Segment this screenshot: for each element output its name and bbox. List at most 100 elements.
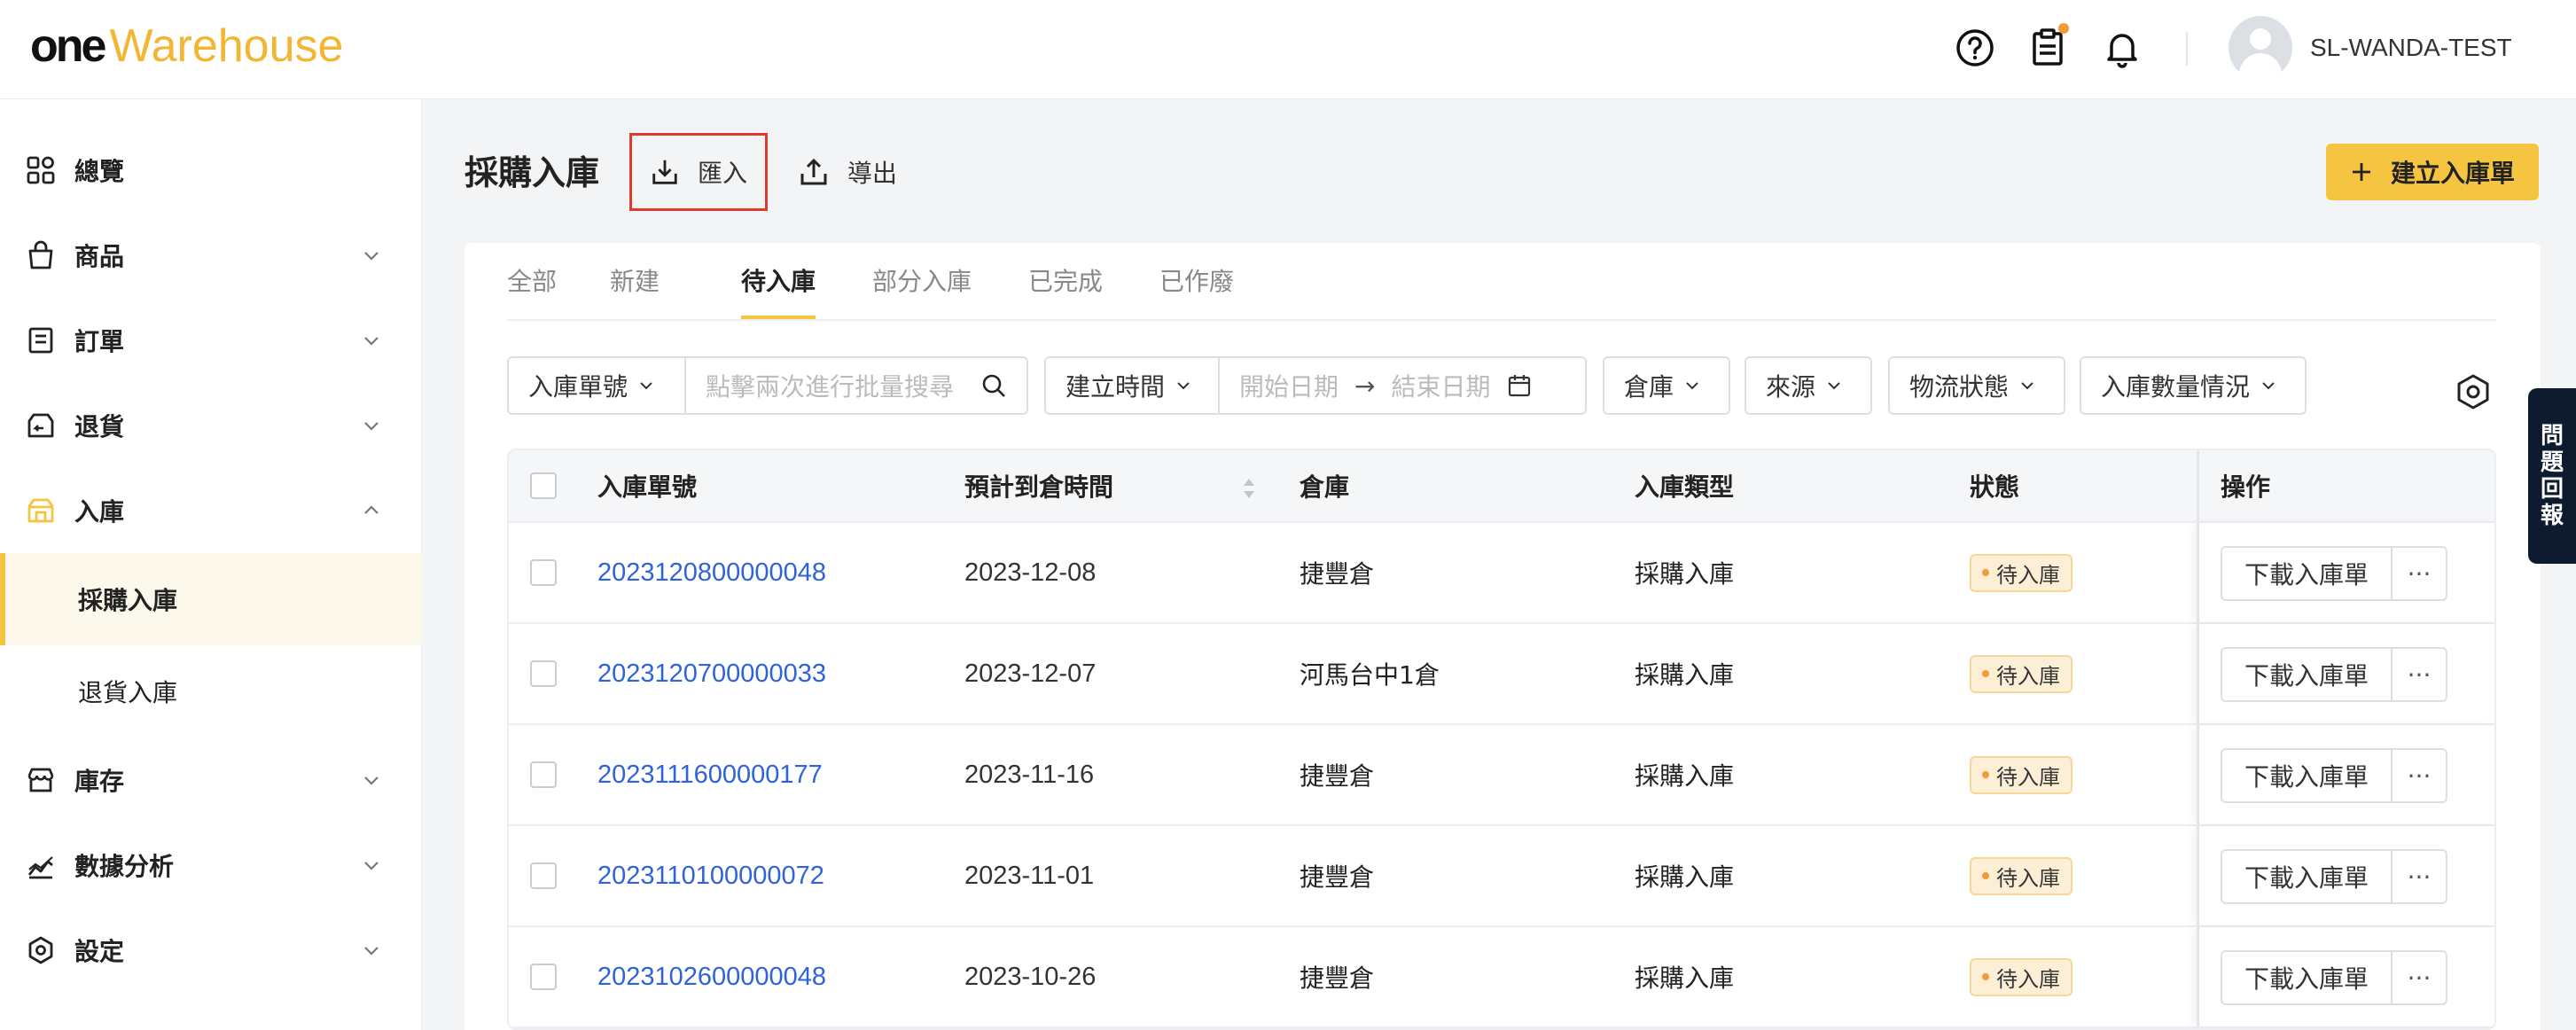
column-settings-icon[interactable]	[2454, 372, 2493, 411]
sidebar-item-products[interactable]: 商品	[0, 213, 422, 298]
feedback-tab[interactable]: 問 題 回 報	[2528, 388, 2576, 564]
inbound-qty-dropdown: 入庫數量情況	[2081, 358, 2298, 413]
status-cell: 待入庫	[1970, 826, 2073, 925]
eta-cell: 2023-12-07	[964, 659, 1097, 688]
warehouse-dropdown: 倉庫	[1604, 358, 1721, 413]
inbound-table: 入庫單號 預計到倉時間 倉庫 入庫類型 狀態 操作 20231208000000…	[507, 449, 2496, 1030]
clipboard-icon[interactable]	[2025, 23, 2071, 71]
export-button[interactable]: 導出	[780, 133, 915, 211]
warehouse-cell: 捷豐倉	[1300, 761, 1375, 791]
more-actions-button[interactable]: ···	[2391, 647, 2447, 702]
create-inbound-button[interactable]: 建立入庫單	[2326, 144, 2539, 200]
more-actions-button[interactable]: ···	[2391, 748, 2447, 803]
warehouse-cell: 捷豐倉	[1300, 964, 1375, 993]
sidebar-item-settings[interactable]: 設定	[0, 908, 422, 993]
eta-cell: 2023-12-08	[964, 558, 1097, 587]
sidebar-item-orders[interactable]: 訂單	[0, 298, 422, 383]
chevron-down-icon	[364, 252, 379, 261]
start-date-input[interactable]: 開始日期	[1239, 368, 1339, 403]
tab-all[interactable]: 全部	[507, 264, 557, 300]
order-no-link[interactable]: 2023120700000033	[597, 624, 826, 723]
order-no-dropdown[interactable]: 入庫單號	[509, 358, 684, 413]
import-label: 匯入	[697, 159, 747, 188]
export-label: 導出	[847, 159, 898, 188]
more-actions-button[interactable]: ···	[2391, 950, 2447, 1005]
calendar-icon[interactable]	[1507, 373, 1532, 398]
app-logo[interactable]: one Warehouse	[30, 20, 343, 73]
header-eta[interactable]: 預計到倉時間	[964, 450, 1113, 521]
avatar[interactable]	[2229, 16, 2292, 80]
inbound-qty-filter[interactable]: 入庫數量情況	[2080, 356, 2307, 415]
logistics-status-filter[interactable]: 物流狀態	[1888, 356, 2065, 415]
import-button[interactable]: 匯入	[629, 133, 768, 211]
action-cell: 下載入庫單 ···	[2197, 826, 2494, 925]
status-tabs: 全部 新建 待入庫 部分入庫 已完成 已作廢	[507, 243, 2496, 321]
order-no-label: 入庫單號	[528, 372, 628, 402]
sidebar-item-inbound[interactable]: 入庫	[0, 468, 422, 553]
feedback-char-1: 問	[2540, 423, 2564, 449]
type-cell: 採購入庫	[1635, 559, 1735, 589]
row-checkbox[interactable]	[530, 660, 557, 687]
row-checkbox[interactable]	[530, 761, 557, 788]
sidebar-item-returns[interactable]: 退貨	[0, 383, 422, 468]
order-icon	[25, 324, 57, 356]
search-input[interactable]: 點擊兩次進行批量搜尋	[684, 358, 1026, 413]
return-icon	[25, 410, 57, 441]
tab-completed[interactable]: 已完成	[1028, 264, 1103, 300]
header-status: 狀態	[1970, 472, 2020, 502]
bell-icon[interactable]	[2099, 25, 2145, 71]
sidebar-item-label: 訂單	[74, 327, 125, 356]
warehouse-filter[interactable]: 倉庫	[1603, 356, 1730, 415]
download-inbound-button[interactable]: 下載入庫單	[2221, 546, 2393, 601]
order-no-link[interactable]: 2023111600000177	[597, 725, 823, 824]
sidebar-item-label: 商品	[74, 242, 125, 271]
end-date-input[interactable]: 結束日期	[1391, 368, 1490, 403]
top-bar: one Warehouse SL-WANDA-TEST	[0, 0, 2576, 99]
sidebar-item-analytics[interactable]: 數據分析	[0, 823, 422, 908]
download-inbound-button[interactable]: 下載入庫單	[2221, 849, 2393, 904]
plus-icon	[2352, 163, 2370, 181]
settings-icon	[25, 934, 57, 966]
tab-new[interactable]: 新建	[610, 264, 660, 300]
row-checkbox[interactable]	[530, 559, 557, 586]
sidebar-subitem-return-inbound[interactable]: 退貨入庫	[0, 645, 422, 737]
row-checkbox[interactable]	[530, 862, 557, 889]
tab-pending[interactable]: 待入庫	[741, 264, 816, 300]
active-tab-indicator	[741, 316, 816, 319]
more-actions-button[interactable]: ···	[2391, 849, 2447, 904]
sidebar-item-label: 退貨	[74, 412, 125, 441]
download-inbound-button[interactable]: 下載入庫單	[2221, 647, 2393, 702]
action-cell: 下載入庫單 ···	[2197, 523, 2494, 622]
sidebar-item-overview[interactable]: 總覽	[0, 128, 422, 213]
type-cell: 採購入庫	[1635, 660, 1735, 690]
status-cell: 待入庫	[1970, 523, 2073, 622]
table-header: 入庫單號 預計到倉時間 倉庫 入庫類型 狀態 操作	[509, 450, 2494, 523]
order-no-link[interactable]: 2023102600000048	[597, 927, 826, 1026]
store-icon	[25, 764, 57, 796]
tab-partial[interactable]: 部分入庫	[872, 264, 972, 300]
row-checkbox[interactable]	[530, 964, 557, 990]
sidebar-item-inventory[interactable]: 庫存	[0, 737, 422, 823]
sidebar-subitem-purchase-inbound[interactable]: 採購入庫	[0, 553, 422, 645]
range-arrow: →	[1354, 371, 1376, 401]
more-actions-button[interactable]: ···	[2391, 546, 2447, 601]
order-no-link[interactable]: 2023120800000048	[597, 523, 826, 622]
action-cell: 下載入庫單 ···	[2197, 927, 2494, 1026]
create-inbound-label: 建立入庫單	[2390, 159, 2515, 188]
source-filter[interactable]: 來源	[1745, 356, 1872, 415]
order-no-link[interactable]: 2023110100000072	[597, 826, 824, 925]
help-icon[interactable]	[1952, 25, 1998, 71]
tab-voided[interactable]: 已作廢	[1159, 264, 1234, 300]
status-text: 待入庫	[1996, 966, 2060, 992]
date-range-input[interactable]: 開始日期 → 結束日期	[1218, 358, 1585, 413]
created-time-dropdown[interactable]: 建立時間	[1046, 358, 1218, 413]
row-select-cell	[530, 523, 557, 622]
search-icon[interactable]	[980, 372, 1007, 399]
select-all-checkbox[interactable]	[530, 472, 557, 499]
sort-icon[interactable]	[1241, 475, 1257, 502]
download-inbound-button[interactable]: 下載入庫單	[2221, 748, 2393, 803]
username[interactable]: SL-WANDA-TEST	[2310, 30, 2512, 66]
status-text: 待入庫	[1996, 865, 2060, 891]
download-inbound-button[interactable]: 下載入庫單	[2221, 950, 2393, 1005]
table-row: 2023120800000048 2023-12-08 捷豐倉 採購入庫 待入庫…	[509, 523, 2494, 624]
